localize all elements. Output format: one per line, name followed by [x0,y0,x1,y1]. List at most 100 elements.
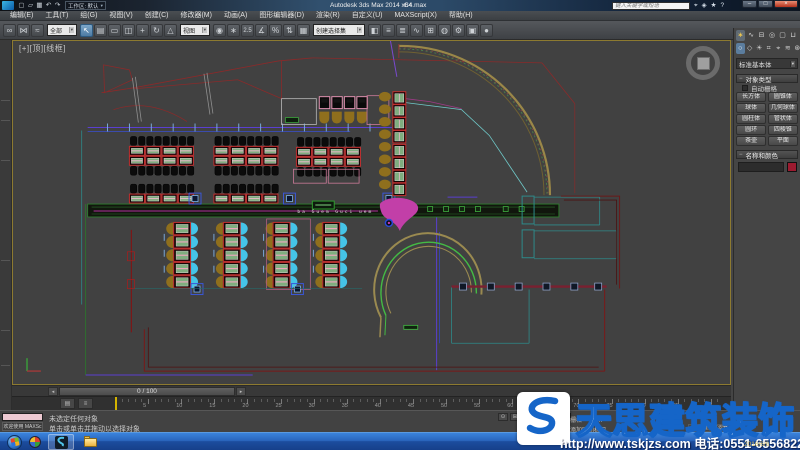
name-color-rollout[interactable]: − 名称和颜色 [736,150,798,159]
menu-0[interactable]: 编辑(E) [4,11,39,21]
coord-x-field[interactable] [533,413,571,421]
menu-11[interactable]: 帮助(H) [443,11,479,21]
redo-icon[interactable]: ↷ [53,1,62,10]
view-cube[interactable] [686,46,720,80]
undo-icon[interactable]: ↶ [44,1,53,10]
frame-0-marker[interactable] [115,397,117,411]
infocenter-search-input[interactable] [612,2,690,10]
view-cube-face[interactable] [697,57,710,70]
key-filters-button[interactable]: 关键点过滤器... [688,424,742,432]
edit-named-selection-icon[interactable]: ▦ [297,24,310,37]
menu-3[interactable]: 视图(V) [103,11,138,21]
select-and-rotate-icon[interactable]: ↻ [150,24,163,37]
autogrid-checkbox[interactable]: 自动栅格 [742,84,777,92]
category-helpers[interactable]: ⌖ [774,43,783,54]
time-slider-handle[interactable]: 0 / 100 [59,387,235,396]
infocenter-search-icon[interactable]: ⌖ [694,1,698,10]
selection-lock-icon[interactable]: ⊙ [498,413,508,421]
rendered-frame-window-icon[interactable]: ▣ [466,24,479,37]
maxscript-mini-listener[interactable] [2,413,43,421]
tab-motion[interactable]: ◎ [768,30,777,41]
tab-create[interactable]: ∗ [736,30,745,41]
chevron-down-icon[interactable]: ▾ [202,27,207,33]
select-and-move-icon[interactable]: + [136,24,149,37]
new-scene-icon[interactable]: ▢ [17,1,26,10]
object-type-button-4[interactable]: 圆柱体 [736,114,766,124]
menu-5[interactable]: 修改器(M) [174,11,218,21]
object-type-button-7[interactable]: 四棱锥 [768,125,798,135]
3dsmax-logo-icon[interactable] [2,1,14,10]
percent-snap-icon[interactable]: % [269,24,282,37]
tab-utilities[interactable]: ⊔ [789,30,798,41]
category-lights[interactable]: ☀ [755,43,764,54]
window-crossing-icon[interactable]: ◫ [122,24,135,37]
menu-1[interactable]: 工具(T) [39,11,74,21]
left-dock-strip[interactable] [0,40,12,410]
menu-7[interactable]: 图形编辑器(D) [253,11,310,21]
menu-4[interactable]: 创建(C) [139,11,175,21]
taskbar-folder-icon[interactable] [84,436,98,448]
communication-center-icon[interactable]: ◈ [702,1,707,10]
taskbar-app-icon[interactable] [29,436,41,448]
viewport-top-wireframe[interactable]: ba Guem Guci uem [+][顶][线框] [12,40,731,385]
angle-snap-icon[interactable]: ∡ [255,24,268,37]
help-icon[interactable]: ? [721,1,725,10]
render-production-icon[interactable]: ● [480,24,493,37]
time-forward-button[interactable]: ▸ [236,387,246,396]
selection-region-icon[interactable]: ▭ [108,24,121,37]
layer-manager-icon[interactable]: ≣ [396,24,409,37]
snaps-toggle-icon[interactable]: 2.5 [241,24,254,37]
primitive-category-dropdown[interactable]: 标准基本体 ▾ [736,58,798,69]
object-name-field[interactable] [738,162,784,172]
tab-display[interactable]: ▢ [778,30,787,41]
checkbox-icon[interactable] [742,85,748,91]
mirror-icon[interactable]: ◧ [368,24,381,37]
category-geometry[interactable]: ○ [736,43,745,54]
object-type-button-5[interactable]: 管状体 [768,114,798,124]
favorites-icon[interactable]: ★ [711,1,717,10]
tab-modify[interactable]: ∿ [747,30,756,41]
category-shapes[interactable]: ◇ [746,43,755,54]
align-icon[interactable]: ≡ [382,24,395,37]
menu-6[interactable]: 动画(A) [218,11,253,21]
viewport-label[interactable]: [+][顶][线框] [19,43,66,54]
viewport-canvas[interactable]: ba Guem Guci uem [13,41,730,384]
object-type-button-1[interactable]: 圆锥体 [768,92,798,102]
select-and-manipulate-icon[interactable]: ∗ [227,24,240,37]
time-slider[interactable]: ◂ 0 / 100 ▸ [12,385,731,396]
menu-2[interactable]: 组(G) [74,11,103,21]
unlink-selection-icon[interactable]: ⋈ [17,24,30,37]
close-button[interactable]: × [774,0,798,8]
maximize-button[interactable]: □ [758,0,773,8]
bind-to-space-warp-icon[interactable]: ≈ [31,24,44,37]
track-bar[interactable]: ▤ ≡ 51015202530354045505560657075808590 [12,396,731,410]
chevron-down-icon[interactable]: ▾ [357,27,362,33]
menu-10[interactable]: MAXScript(X) [388,11,442,21]
spinner-snap-icon[interactable]: ⇅ [283,24,296,37]
category-spacewarps[interactable]: ≋ [784,43,793,54]
welcome-button[interactable]: 欢迎使用 MAXSc [2,422,43,431]
use-pivot-point-icon[interactable]: ◉ [213,24,226,37]
object-type-button-9[interactable]: 平面 [768,136,798,146]
material-editor-icon[interactable]: ◍ [438,24,451,37]
render-setup-icon[interactable]: ⚙ [452,24,465,37]
select-and-link-icon[interactable]: ∞ [3,24,16,37]
named-selection-dropdown[interactable]: 创建选择集▾ [313,24,365,36]
reference-coordinate-dropdown[interactable]: 视图▾ [180,24,210,36]
object-type-button-6[interactable]: 圆环 [736,125,766,135]
track-bar-ruler[interactable]: 51015202530354045505560657075808590 [12,397,731,410]
selection-filter-dropdown[interactable]: 全部▾ [47,24,77,36]
object-type-button-0[interactable]: 长方体 [736,92,766,102]
absolute-mode-icon[interactable]: ⊞ [510,413,520,421]
curve-editor-icon[interactable]: ∿ [410,24,423,37]
chevron-down-icon[interactable]: ▾ [69,27,74,33]
tab-hierarchy[interactable]: ⊟ [757,30,766,41]
open-file-icon[interactable]: ▱ [26,1,35,10]
select-and-scale-icon[interactable]: △ [164,24,177,37]
save-file-icon[interactable]: ▦ [35,1,44,10]
category-cameras[interactable]: ⌗ [765,43,774,54]
object-type-rollout[interactable]: − 对象类型 [736,74,798,83]
object-type-button-8[interactable]: 茶壶 [736,136,766,146]
schematic-view-icon[interactable]: ⊞ [424,24,437,37]
time-back-button[interactable]: ◂ [48,387,58,396]
